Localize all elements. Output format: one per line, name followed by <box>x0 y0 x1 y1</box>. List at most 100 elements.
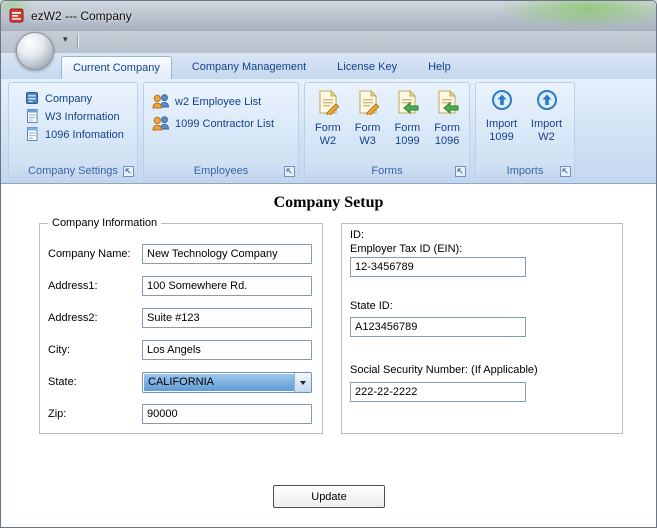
application-menu-button[interactable] <box>16 32 54 70</box>
form-1096-icon <box>24 126 40 145</box>
ribbon-button-label: 1099 <box>395 135 420 147</box>
employees-items: w2 Employee List 1099 Contractor List <box>144 83 298 135</box>
address2-label: Address2: <box>48 312 98 324</box>
ribbon-button-label: W2 <box>319 135 337 147</box>
qat-dropdown-icon[interactable]: ▾ <box>63 34 68 45</box>
ribbon-button-label: Form <box>434 122 460 134</box>
state-select[interactable]: CALIFORNIA <box>142 372 312 393</box>
ribbon-button-label: W3 <box>359 135 376 147</box>
ribbon-button-form-w2[interactable]: Form W2 <box>308 85 348 148</box>
ribbon-button-label: W2 <box>538 131 555 143</box>
import-icon <box>491 89 513 115</box>
main-panel: Company Setup Company Information Compan… <box>1 184 656 527</box>
group-label-company-settings: Company Settings <box>10 164 136 179</box>
contractor-list-icon <box>152 115 170 134</box>
tab-strip: Current Company Company Management Licen… <box>61 56 471 79</box>
group-label-text: Imports <box>506 165 544 177</box>
ribbon-button-label: 1096 <box>434 135 460 147</box>
tab-help[interactable]: Help <box>417 56 462 79</box>
group-label-text: Employees <box>193 165 249 177</box>
ribbon-button-label: Import <box>485 118 518 130</box>
group-label-text: Company Settings <box>28 165 118 177</box>
company-information-group: Company Information Company Name: Addres… <box>39 217 323 434</box>
form-arrow-icon <box>394 89 420 119</box>
tab-company-management[interactable]: Company Management <box>181 56 317 79</box>
ribbon-item-label: 1099 Contractor List <box>175 118 275 130</box>
company-name-input[interactable] <box>142 244 312 264</box>
ribbon-button-import-1099[interactable]: Import 1099 <box>479 85 524 144</box>
ribbon-item-label: Company <box>45 93 93 105</box>
ribbon-group-company-settings: Company W3 Information 1096 Infomation C… <box>8 82 138 181</box>
employee-list-icon <box>152 93 170 112</box>
state-select-value: CALIFORNIA <box>144 374 294 391</box>
ribbon-item-1096-information[interactable]: 1096 Infomation <box>9 126 137 144</box>
chevron-down-icon <box>300 380 306 385</box>
tab-current-company[interactable]: Current Company <box>61 56 172 79</box>
ribbon-group-forms: Form W2 Form W3 Form 1099 Form 1096 Form… <box>304 82 470 181</box>
address2-input[interactable] <box>142 308 312 328</box>
ribbon-group-imports: Import 1099 Import W2 Imports <box>475 82 575 181</box>
ribbon-button-form-w3[interactable]: Form W3 <box>348 85 388 148</box>
id-group: ID: Employer Tax ID (EIN): State ID: Soc… <box>341 223 623 434</box>
form-arrow-icon <box>434 89 460 119</box>
ribbon-button-label: 1099 <box>489 131 514 143</box>
group-label-imports: Imports <box>477 164 573 179</box>
w3-form-icon <box>24 108 40 127</box>
desktop-glow <box>494 1 656 29</box>
dialog-launcher-icon[interactable] <box>284 166 295 177</box>
state-id-input[interactable] <box>350 317 526 337</box>
form-edit-icon <box>355 89 381 119</box>
ribbon-button-form-1096[interactable]: Form 1096 <box>427 85 467 148</box>
ribbon-button-label: Form <box>354 122 381 134</box>
state-label: State: <box>48 376 77 388</box>
zip-input[interactable] <box>142 404 312 424</box>
ribbon-button-label: Form <box>394 122 421 134</box>
app-window: ezW2 --- Company ▾ Current Company Compa… <box>0 0 657 528</box>
qat-separator <box>77 34 78 49</box>
company-information-legend: Company Information <box>48 217 162 229</box>
ein-label: Employer Tax ID (EIN): <box>350 243 463 255</box>
group-label-forms: Forms <box>306 164 468 179</box>
ribbon-item-1099-contractor-list[interactable]: 1099 Contractor List <box>144 113 298 135</box>
ribbon: Company W3 Information 1096 Infomation C… <box>1 79 656 184</box>
update-button[interactable]: Update <box>273 485 385 508</box>
address1-input[interactable] <box>142 276 312 296</box>
group-label-text: Forms <box>371 165 403 177</box>
ribbon-group-employees: w2 Employee List 1099 Contractor List Em… <box>143 82 299 181</box>
ribbon-button-label: Import <box>530 118 563 130</box>
ribbon-item-label: 1096 Infomation <box>45 129 124 141</box>
ribbon-item-company[interactable]: Company <box>9 90 137 108</box>
company-settings-items: Company W3 Information 1096 Infomation <box>9 83 137 144</box>
state-id-label: State ID: <box>350 300 393 312</box>
dialog-launcher-icon[interactable] <box>455 166 466 177</box>
titlebar: ezW2 --- Company <box>1 1 656 31</box>
tab-license-key[interactable]: License Key <box>326 56 408 79</box>
ribbon-button-import-w2[interactable]: Import W2 <box>524 85 569 144</box>
state-select-dropdown-button[interactable] <box>294 373 311 392</box>
ssn-label: Social Security Number: (If Applicable) <box>350 364 538 376</box>
ribbon-item-w2-employee-list[interactable]: w2 Employee List <box>144 91 298 113</box>
ribbon-button-label: Form <box>315 122 341 134</box>
imports-items: Import 1099 Import W2 <box>476 83 574 144</box>
ein-input[interactable] <box>350 257 526 277</box>
ribbon-item-label: w2 Employee List <box>175 96 262 108</box>
city-input[interactable] <box>142 340 312 360</box>
ribbon-tab-row: Current Company Company Management Licen… <box>1 53 656 79</box>
app-logo-icon <box>9 8 25 24</box>
ribbon-button-form-1099[interactable]: Form 1099 <box>388 85 428 148</box>
dialog-launcher-icon[interactable] <box>560 166 571 177</box>
dialog-launcher-icon[interactable] <box>123 166 134 177</box>
window-title: ezW2 --- Company <box>31 9 132 23</box>
city-label: City: <box>48 344 70 356</box>
ssn-input[interactable] <box>350 382 526 402</box>
page-title: Company Setup <box>273 194 384 211</box>
ribbon-item-w3-information[interactable]: W3 Information <box>9 108 137 126</box>
quick-access-row: ▾ <box>1 31 656 53</box>
group-label-employees: Employees <box>145 164 297 179</box>
company-name-label: Company Name: <box>48 248 131 260</box>
form-edit-icon <box>315 89 341 119</box>
company-icon <box>24 90 40 109</box>
zip-label: Zip: <box>48 408 67 420</box>
id-caption: ID: <box>350 229 365 241</box>
import-icon <box>536 89 558 115</box>
